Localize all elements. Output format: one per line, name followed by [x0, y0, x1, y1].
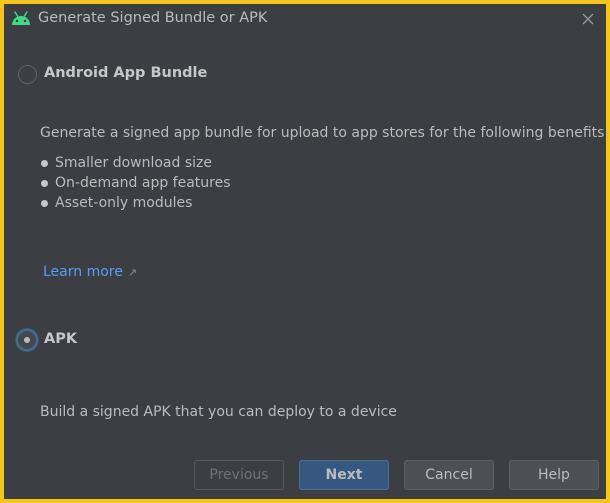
benefit-text: Asset-only modules — [55, 195, 193, 211]
list-item: Asset-only modules — [40, 195, 231, 215]
radio-android-app-bundle[interactable] — [18, 65, 37, 84]
radio-selected-dot — [24, 337, 30, 343]
close-icon[interactable] — [578, 9, 598, 29]
bullet-icon — [41, 200, 48, 207]
dialog-title: Generate Signed Bundle or APK — [38, 10, 268, 26]
android-icon — [10, 10, 32, 28]
list-item: On-demand app features — [40, 175, 231, 195]
dialog-window: Generate Signed Bundle or APK Android Ap… — [4, 4, 610, 499]
radio-apk[interactable] — [16, 329, 38, 351]
cancel-button[interactable]: Cancel — [404, 460, 494, 490]
learn-more-text[interactable]: Learn more — [43, 264, 123, 280]
title-bar: Generate Signed Bundle or APK — [4, 4, 606, 34]
list-item: Smaller download size — [40, 155, 231, 175]
previous-button[interactable]: Previous — [194, 460, 284, 490]
external-link-icon: ↗ — [127, 266, 138, 279]
benefit-text: Smaller download size — [55, 155, 212, 171]
bullet-icon — [41, 160, 48, 167]
learn-more-link[interactable]: Learn more ↗ — [43, 264, 137, 280]
bundle-description: Generate a signed app bundle for upload … — [40, 125, 610, 141]
apk-label[interactable]: APK — [44, 331, 77, 347]
benefit-text: On-demand app features — [55, 175, 231, 191]
benefits-list: Smaller download size On-demand app feat… — [40, 155, 231, 215]
bullet-icon — [41, 180, 48, 187]
android-app-bundle-label[interactable]: Android App Bundle — [44, 65, 207, 81]
apk-description: Build a signed APK that you can deploy t… — [40, 404, 397, 420]
next-button[interactable]: Next — [299, 460, 389, 490]
help-button[interactable]: Help — [509, 460, 599, 490]
